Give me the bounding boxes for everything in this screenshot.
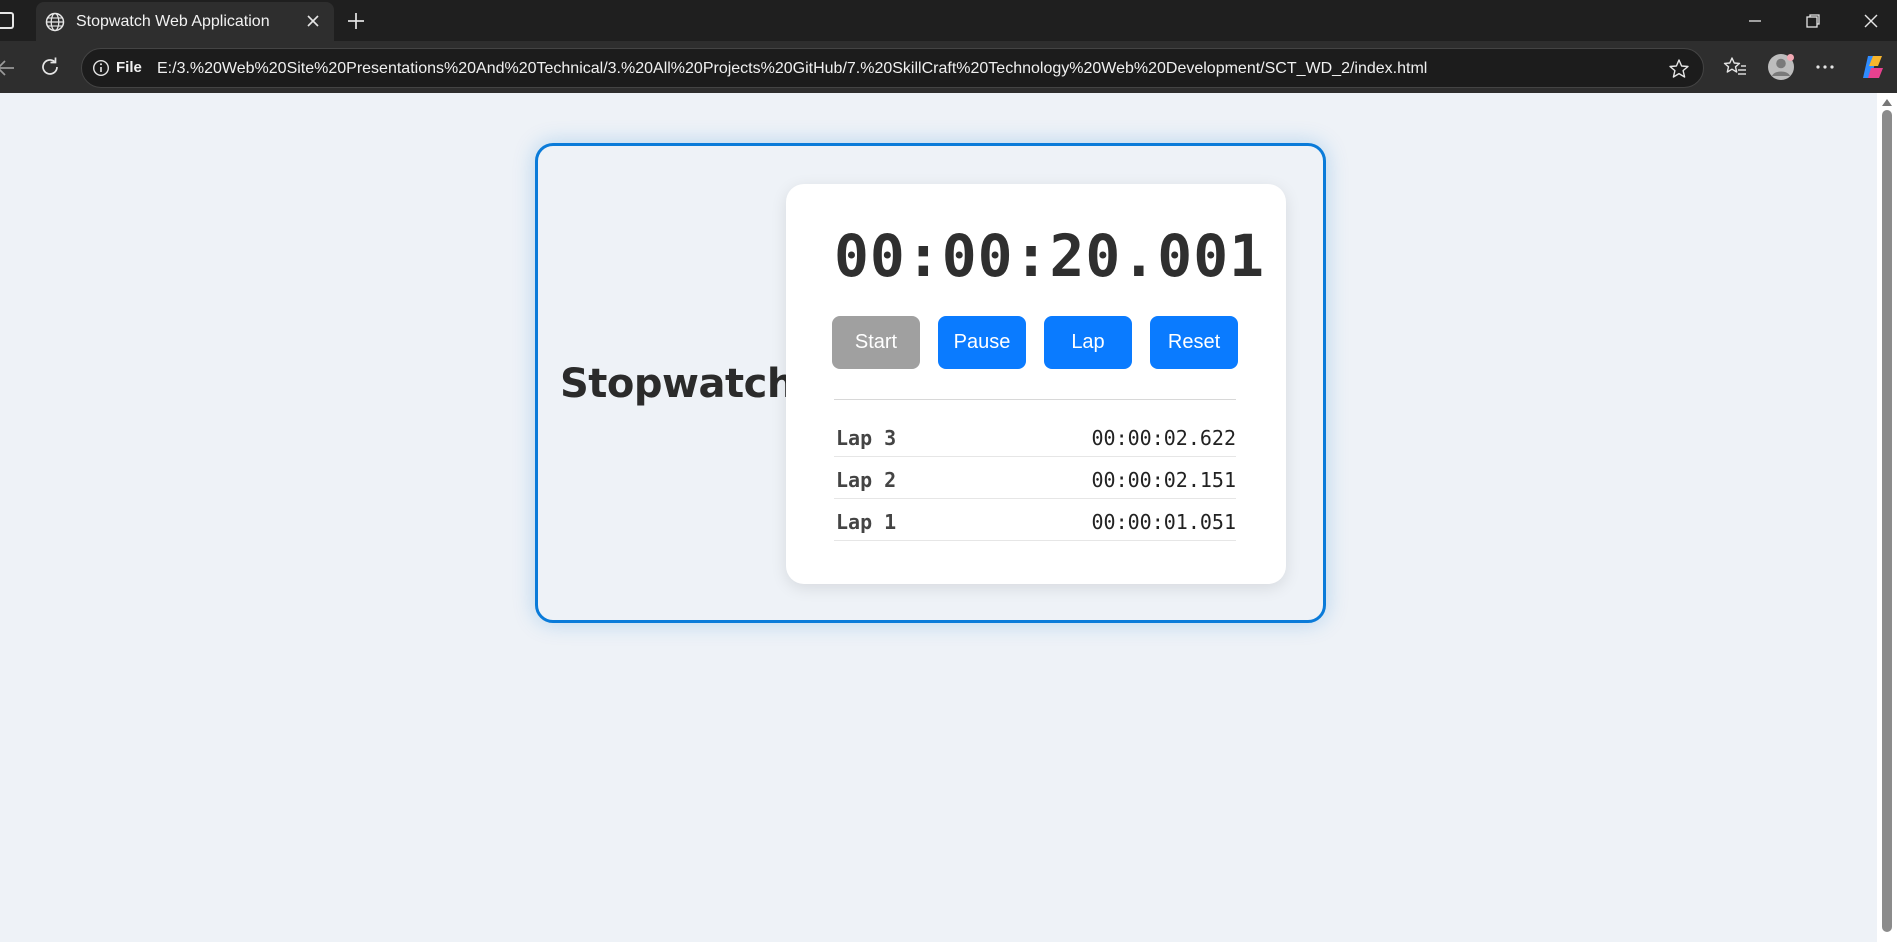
stopwatch-container: Stopwatch 00:00:20.001 Start Pause Lap R… (535, 143, 1326, 623)
back-icon[interactable] (0, 56, 18, 80)
start-button[interactable]: Start (832, 316, 920, 369)
reload-icon[interactable] (38, 55, 62, 79)
url-text[interactable]: E:/3.%20Web%20Site%20Presentations%20And… (157, 60, 1427, 78)
favorites-icon[interactable] (1722, 54, 1748, 80)
close-tab-icon[interactable] (302, 10, 324, 32)
new-tab-icon[interactable] (344, 9, 368, 33)
lap-name: Lap 1 (836, 510, 897, 534)
tab-actions-icon[interactable] (0, 12, 14, 29)
copilot-icon[interactable] (1858, 52, 1888, 82)
lap-time: 00:00:02.622 (1091, 426, 1237, 450)
favorite-star-icon[interactable] (1667, 57, 1691, 81)
time-display: 00:00:20.001 (834, 222, 1266, 290)
browser-toolbar: File E:/3.%20Web%20Site%20Presentations%… (0, 41, 1897, 93)
scrollbar-thumb[interactable] (1882, 110, 1892, 932)
minimize-icon[interactable] (1744, 10, 1766, 32)
info-icon[interactable] (92, 59, 110, 77)
lap-item: Lap 1 00:00:01.051 (834, 499, 1236, 541)
browser-tab[interactable]: Stopwatch Web Application (36, 2, 334, 41)
lap-item: Lap 3 00:00:02.622 (834, 415, 1236, 457)
lap-name: Lap 3 (836, 426, 897, 450)
page-content: Stopwatch 00:00:20.001 Start Pause Lap R… (0, 93, 1877, 942)
profile-avatar-icon[interactable] (1766, 52, 1796, 82)
lap-button[interactable]: Lap (1044, 316, 1132, 369)
tab-bar: Stopwatch Web Application (0, 0, 1897, 41)
reset-button[interactable]: Reset (1150, 316, 1238, 369)
divider (834, 399, 1236, 400)
lap-time: 00:00:01.051 (1091, 510, 1237, 534)
scroll-up-arrow-icon[interactable] (1882, 99, 1892, 106)
pause-button[interactable]: Pause (938, 316, 1026, 369)
address-bar[interactable]: File E:/3.%20Web%20Site%20Presentations%… (81, 48, 1704, 88)
more-options-icon[interactable] (1812, 54, 1838, 80)
tab-title: Stopwatch Web Application (76, 13, 270, 30)
lap-list: Lap 3 00:00:02.622 Lap 2 00:00:02.151 La… (834, 415, 1236, 541)
lap-time: 00:00:02.151 (1091, 468, 1237, 492)
vertical-scrollbar[interactable] (1877, 93, 1897, 942)
restore-icon[interactable] (1802, 10, 1824, 32)
lap-item: Lap 2 00:00:02.151 (834, 457, 1236, 499)
stopwatch-card: 00:00:20.001 Start Pause Lap Reset Lap 3… (786, 184, 1286, 584)
close-window-icon[interactable] (1860, 10, 1882, 32)
lap-name: Lap 2 (836, 468, 897, 492)
page-title: Stopwatch (560, 361, 795, 407)
globe-icon (45, 12, 65, 32)
scheme-label[interactable]: File (116, 59, 142, 76)
